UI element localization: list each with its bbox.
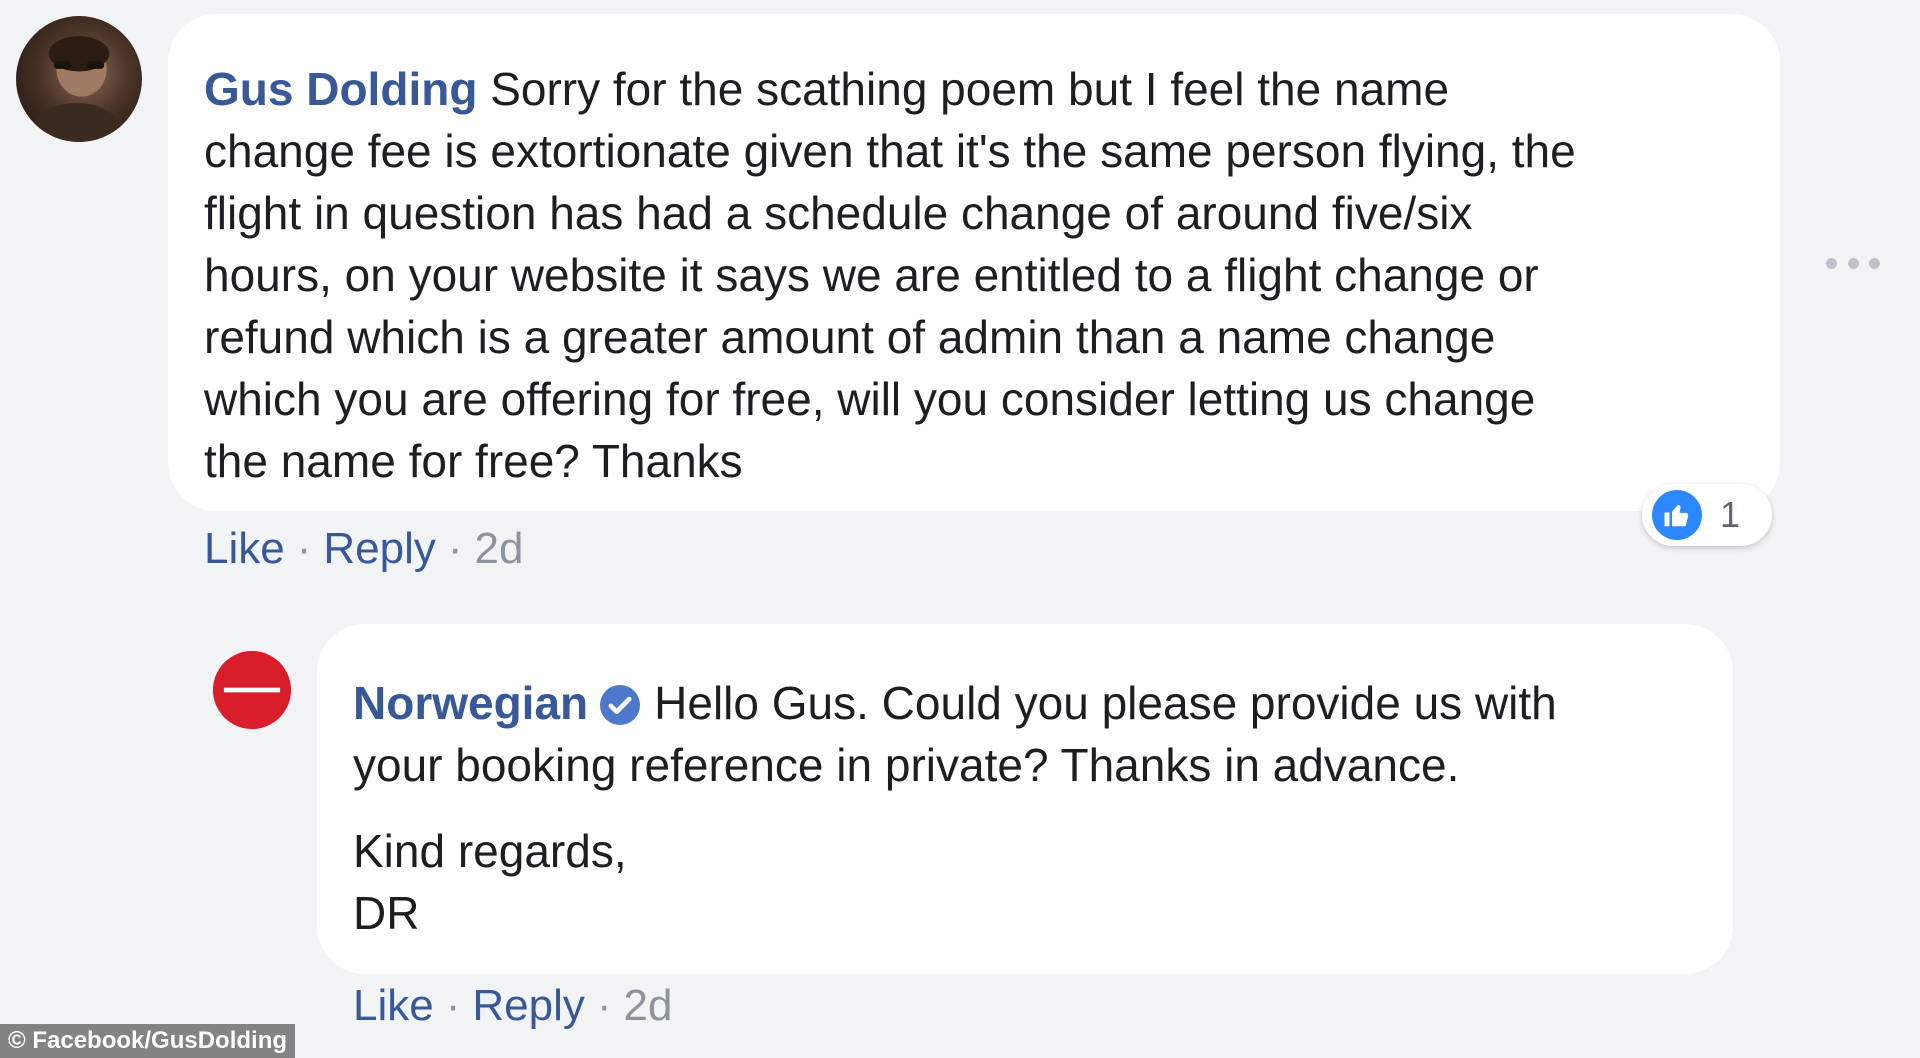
verified-badge-icon: [600, 685, 641, 725]
comment-text-line: the name for free? Thanks: [204, 435, 743, 487]
user-photo-avatar[interactable]: [16, 16, 142, 142]
more-options-icon[interactable]: [1826, 252, 1880, 274]
comment-text-line: refund which is a greater amount of admi…: [204, 311, 1496, 363]
separator: ·: [445, 981, 461, 1030]
reply-bubble: Norwegian Hello Gus. Could you please pro…: [317, 624, 1733, 974]
photo-credit-watermark: © Facebook/GusDolding: [0, 1024, 296, 1058]
separator: ·: [296, 524, 312, 573]
reply-text-line: Hello Gus. Could you please provide us w…: [654, 677, 1557, 729]
timestamp[interactable]: 2d: [475, 524, 524, 573]
thumbs-up-icon: [1652, 490, 1702, 540]
reaction-summary[interactable]: 1: [1642, 484, 1772, 546]
timestamp[interactable]: 2d: [624, 981, 673, 1030]
reply-author-link[interactable]: Norwegian: [353, 677, 588, 729]
more-dot: [1869, 257, 1880, 269]
reply-signoff-line: Kind regards,: [353, 825, 627, 877]
comment-author-link[interactable]: Gus Dolding: [204, 63, 477, 115]
comment-text-line: change fee is extortionate given that it…: [204, 125, 1576, 177]
comment-actions: Like · Reply · 2d: [204, 524, 523, 574]
comment-thread: Gus Dolding Sorry for the scathing poem …: [0, 0, 1920, 1058]
like-link[interactable]: Like: [353, 981, 434, 1030]
more-dot: [1826, 257, 1837, 269]
comment-text-line: Sorry for the scathing poem but I feel t…: [490, 63, 1450, 115]
reply-link[interactable]: Reply: [472, 981, 585, 1030]
more-dot: [1847, 257, 1859, 269]
comment-bubble: Gus Dolding Sorry for the scathing poem …: [168, 14, 1780, 511]
reply-text-line: your booking reference in private? Thank…: [353, 739, 1460, 791]
reaction-count: 1: [1720, 494, 1741, 535]
separator: ·: [447, 524, 463, 573]
comment-text-line: which you are offering for free, will yo…: [204, 373, 1536, 425]
reply-actions: Like · Reply · 2d: [353, 981, 672, 1031]
separator: ·: [596, 981, 612, 1030]
reply-link[interactable]: Reply: [323, 524, 436, 573]
like-link[interactable]: Like: [204, 524, 285, 573]
comment-text-line: hours, on your website it says we are en…: [204, 249, 1539, 301]
comment-text-line: flight in question has had a schedule ch…: [204, 187, 1473, 239]
reply-signoff-line: DR: [353, 887, 420, 939]
norwegian-logo-avatar[interactable]: [213, 651, 291, 729]
